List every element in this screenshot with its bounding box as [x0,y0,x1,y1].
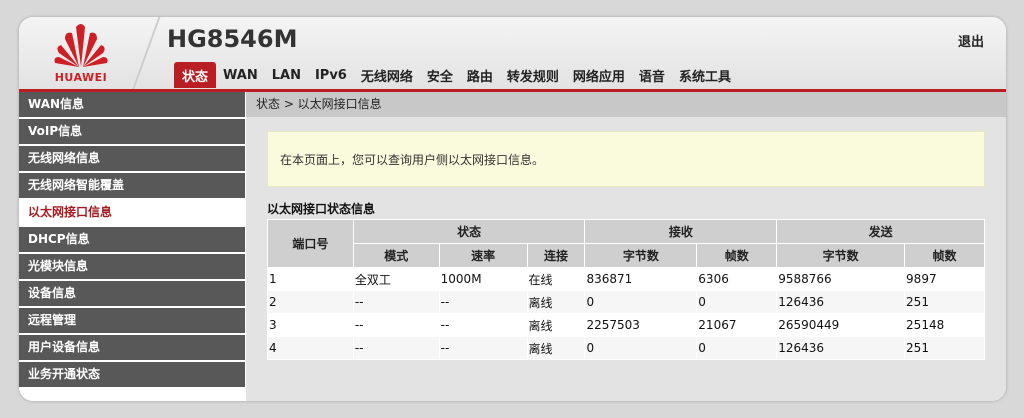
cell-mode: -- [352,313,440,337]
nav-tab-wan[interactable]: WAN [216,62,265,88]
cell-rx-bytes: 836871 [584,267,698,291]
tx-bytes-header: 字节数 [776,243,906,268]
nav-tab-lan[interactable]: LAN [265,62,308,88]
cell-tx-frames: 25148 [904,313,985,337]
table-group-header-row: 端口号 状态 接收 发送 [267,219,985,268]
router-admin-window: HUAWEI HG8546M 退出 状态 WAN LAN IPv6 无线网络 安… [19,17,1006,401]
port-header: 端口号 [267,219,354,268]
cell-tx-bytes: 126436 [776,290,906,314]
huawei-logo: HUAWEI [41,21,121,87]
table-row: 1 全双工 1000M 在线 836871 6306 9588766 9897 [267,267,985,291]
brand-label: HUAWEI [54,71,108,84]
logout-link[interactable]: 退出 [958,31,984,50]
sidebar-item-user-devices[interactable]: 用户设备信息 [19,335,245,360]
cell-connection: 离线 [526,290,586,314]
table-row: 4 -- -- 离线 0 0 126436 251 [267,336,985,360]
sidebar-item-service-status[interactable]: 业务开通状态 [19,362,245,387]
sidebar-item-ethernet-info[interactable]: 以太网接口信息 [19,200,245,225]
nav-tab-forward[interactable]: 转发规则 [500,62,566,88]
status-group-header: 状态 [352,219,586,244]
receive-group-header: 接收 [584,219,778,244]
header-divider [131,17,161,91]
cell-tx-frames: 251 [904,336,985,360]
send-group-header: 发送 [776,219,985,244]
cell-rx-frames: 0 [696,290,778,314]
breadcrumb: 状态 > 以太网接口信息 [246,92,1006,117]
cell-tx-bytes: 9588766 [776,267,906,291]
header: HUAWEI HG8546M 退出 状态 WAN LAN IPv6 无线网络 安… [19,17,1006,91]
sidebar-item-remote-management[interactable]: 远程管理 [19,308,245,333]
cell-rx-bytes: 2257503 [584,313,698,337]
cell-tx-frames: 251 [904,290,985,314]
cell-connection: 离线 [526,313,586,337]
top-nav: 状态 WAN LAN IPv6 无线网络 安全 路由 转发规则 网络应用 语音 … [174,62,738,88]
mode-header: 模式 [352,243,440,268]
sidebar-item-wan-info[interactable]: WAN信息 [19,92,245,117]
speed-header: 速率 [438,243,528,268]
info-notice: 在本页面上，您可以查询用户侧以太网接口信息。 [267,131,985,187]
cell-connection: 在线 [526,267,586,291]
cell-port: 4 [267,336,354,360]
main-content: 状态 > 以太网接口信息 在本页面上，您可以查询用户侧以太网接口信息。 以太网接… [246,92,1006,401]
table-sub-header-row: 模式 速率 连接 字节数 帧数 字节数 帧数 [268,243,985,268]
sidebar-item-wireless-coverage[interactable]: 无线网络智能覆盖 [19,173,245,198]
nav-tab-ipv6[interactable]: IPv6 [308,62,354,88]
cell-speed: -- [438,290,528,314]
cell-rx-bytes: 0 [584,290,698,314]
cell-mode: 全双工 [352,267,440,291]
cell-tx-bytes: 26590449 [776,313,906,337]
cell-speed: -- [438,313,528,337]
cell-connection: 离线 [526,336,586,360]
cell-speed: 1000M [438,267,528,291]
nav-tab-system-tools[interactable]: 系统工具 [672,62,738,88]
sidebar: WAN信息 VoIP信息 无线网络信息 无线网络智能覆盖 以太网接口信息 DHC… [19,92,245,401]
cell-port: 2 [267,290,354,314]
tx-frames-header: 帧数 [904,243,985,268]
cell-rx-frames: 0 [696,336,778,360]
cell-tx-bytes: 126436 [776,336,906,360]
nav-tab-security[interactable]: 安全 [420,62,460,88]
section-title: 以太网接口状态信息 [267,202,376,216]
nav-tab-wireless[interactable]: 无线网络 [354,62,420,88]
connection-header: 连接 [526,243,586,268]
cell-rx-frames: 6306 [696,267,778,291]
cell-port: 3 [267,313,354,337]
cell-mode: -- [352,336,440,360]
nav-tab-network-apps[interactable]: 网络应用 [566,62,632,88]
sidebar-item-wireless-info[interactable]: 无线网络信息 [19,146,245,171]
sidebar-item-device-info[interactable]: 设备信息 [19,281,245,306]
cell-tx-frames: 9897 [904,267,985,291]
sidebar-item-optical-module[interactable]: 光模块信息 [19,254,245,279]
table-row: 2 -- -- 离线 0 0 126436 251 [267,290,985,314]
cell-speed: -- [438,336,528,360]
sidebar-item-dhcp-info[interactable]: DHCP信息 [19,227,245,252]
rx-bytes-header: 字节数 [584,243,698,268]
table-row: 3 -- -- 离线 2257503 21067 26590449 25148 [267,313,985,337]
nav-tab-route[interactable]: 路由 [460,62,500,88]
nav-tab-status[interactable]: 状态 [174,62,217,88]
rx-frames-header: 帧数 [696,243,778,268]
sidebar-item-voip-info[interactable]: VoIP信息 [19,119,245,144]
nav-tab-voice[interactable]: 语音 [632,62,672,88]
cell-rx-frames: 21067 [696,313,778,337]
cell-port: 1 [267,267,354,291]
cell-rx-bytes: 0 [584,336,698,360]
model-title: HG8546M [167,25,298,53]
ethernet-status-table: 端口号 状态 接收 发送 模式 速率 连接 字节数 帧数 字节数 帧数 1 全双… [267,219,985,360]
cell-mode: -- [352,290,440,314]
